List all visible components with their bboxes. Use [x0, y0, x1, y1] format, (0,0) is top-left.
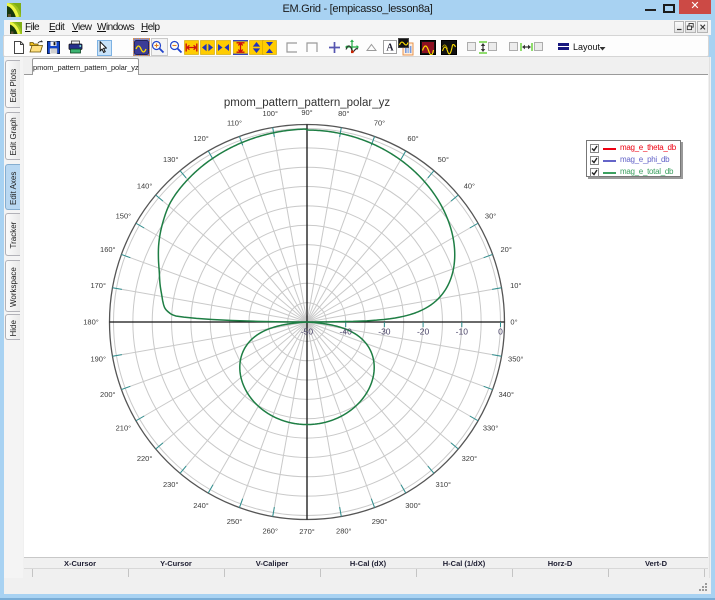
- svg-text:190°: 190°: [90, 354, 106, 363]
- svg-text:-30: -30: [378, 327, 391, 337]
- svg-text:0°: 0°: [510, 318, 517, 327]
- svg-text:340°: 340°: [498, 390, 514, 399]
- svg-text:330°: 330°: [483, 424, 499, 433]
- svg-text:100°: 100°: [262, 109, 278, 118]
- svg-text:280°: 280°: [336, 526, 352, 535]
- svg-text:270°: 270°: [299, 527, 315, 536]
- svg-text:170°: 170°: [90, 281, 106, 290]
- svg-text:140°: 140°: [137, 181, 153, 190]
- svg-text:160°: 160°: [100, 245, 116, 254]
- svg-text:20°: 20°: [501, 245, 512, 254]
- svg-text:240°: 240°: [193, 501, 209, 510]
- svg-text:50°: 50°: [438, 155, 449, 164]
- svg-text:90°: 90°: [301, 108, 312, 117]
- svg-text:130°: 130°: [163, 155, 179, 164]
- svg-text:10°: 10°: [510, 281, 521, 290]
- svg-text:150°: 150°: [116, 212, 132, 221]
- svg-text:350°: 350°: [508, 354, 524, 363]
- svg-text:120°: 120°: [193, 134, 209, 143]
- svg-text:60°: 60°: [407, 134, 418, 143]
- svg-text:70°: 70°: [374, 118, 385, 127]
- svg-text:300°: 300°: [405, 501, 421, 510]
- svg-text:110°: 110°: [227, 118, 242, 127]
- svg-text:320°: 320°: [462, 454, 478, 463]
- svg-text:-10: -10: [456, 327, 469, 337]
- svg-text:260°: 260°: [262, 526, 278, 535]
- svg-text:310°: 310°: [436, 480, 452, 489]
- svg-text:80°: 80°: [338, 109, 349, 118]
- svg-text:0: 0: [498, 327, 503, 337]
- svg-text:250°: 250°: [227, 517, 243, 526]
- svg-text:230°: 230°: [163, 480, 179, 489]
- svg-text:290°: 290°: [372, 517, 388, 526]
- svg-text:200°: 200°: [100, 390, 116, 399]
- svg-text:-40: -40: [340, 327, 353, 337]
- svg-text:A: A: [386, 43, 394, 54]
- svg-text:180°: 180°: [83, 318, 99, 327]
- svg-text:30°: 30°: [485, 212, 496, 221]
- svg-text:40°: 40°: [464, 181, 475, 190]
- svg-text:-50: -50: [301, 327, 314, 337]
- svg-text:-20: -20: [417, 327, 430, 337]
- svg-text:210°: 210°: [116, 424, 132, 433]
- svg-text:220°: 220°: [137, 454, 153, 463]
